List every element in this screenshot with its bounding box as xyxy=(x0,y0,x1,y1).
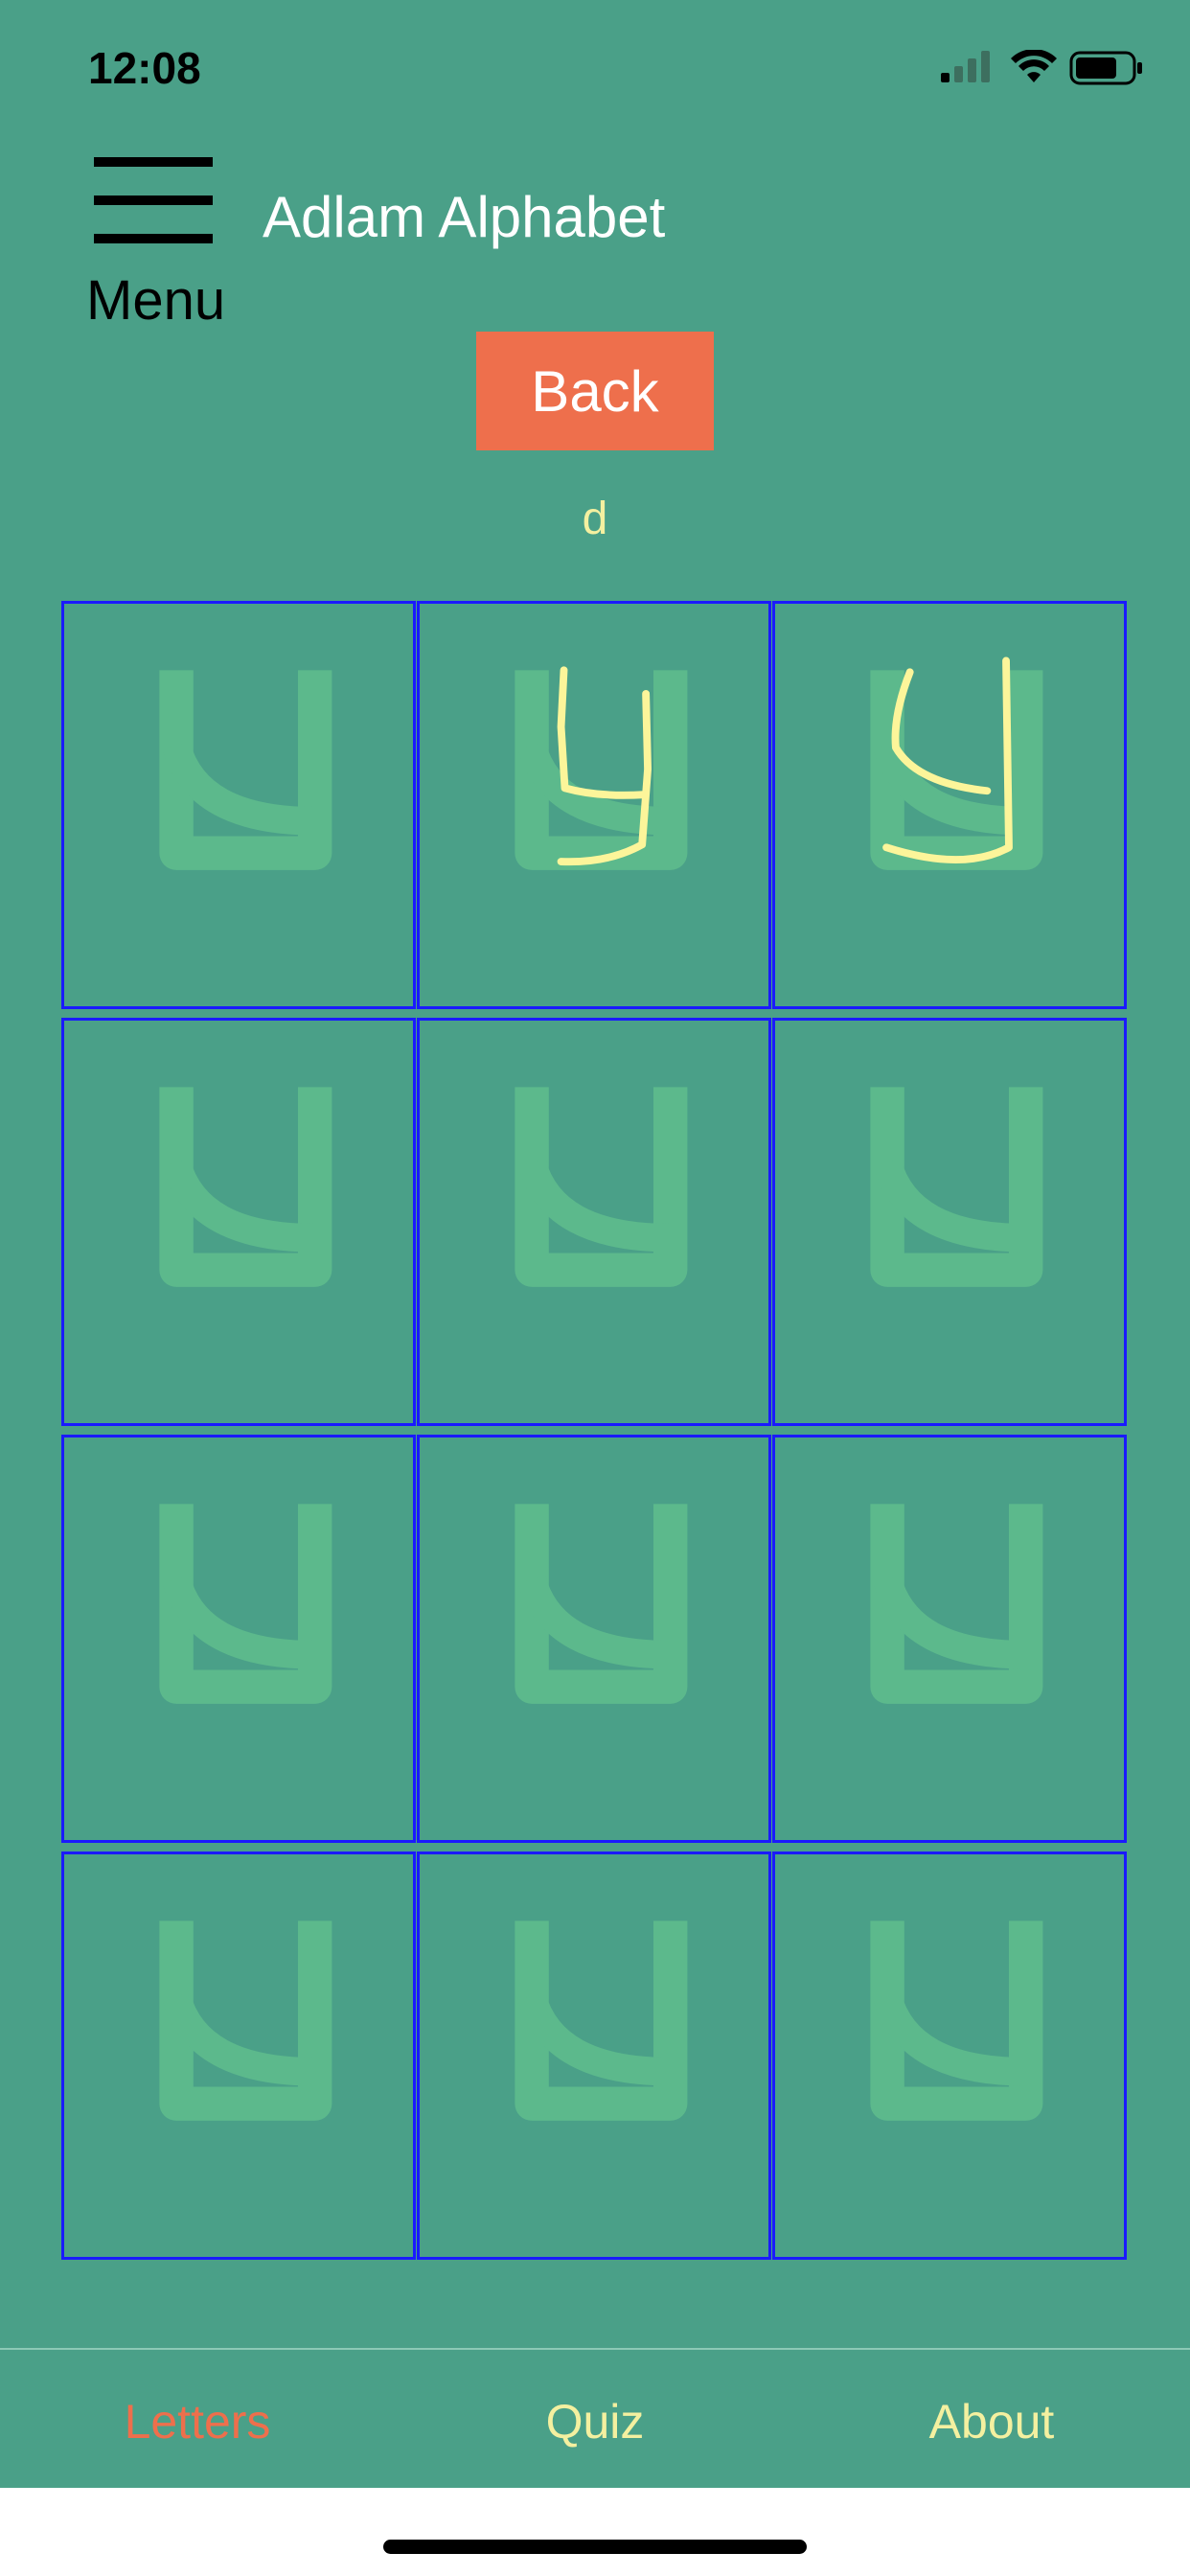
practice-cell[interactable] xyxy=(417,1018,771,1426)
wifi-icon xyxy=(1011,50,1057,82)
hamburger-menu-icon xyxy=(94,157,213,243)
tab-letters[interactable]: Letters xyxy=(54,2394,341,2450)
app-title: Adlam Alphabet xyxy=(263,185,666,249)
practice-cell[interactable] xyxy=(772,601,1127,1009)
cellular-signal-icon xyxy=(941,51,990,82)
back-button[interactable]: Back xyxy=(476,332,714,450)
home-indicator-area xyxy=(0,2488,1190,2576)
practice-cell[interactable] xyxy=(772,1018,1127,1426)
battery-icon xyxy=(1069,51,1142,85)
letter-guide-icon xyxy=(159,1920,332,2121)
menu-button[interactable]: Menu xyxy=(84,150,238,332)
practice-cell[interactable] xyxy=(61,1435,416,1843)
letter-guide-icon xyxy=(870,1087,1043,1287)
tab-quiz[interactable]: Quiz xyxy=(451,2394,739,2450)
tab-bar: Letters Quiz About xyxy=(0,2348,1190,2488)
letter-guide-icon xyxy=(159,1087,332,1287)
tab-about[interactable]: About xyxy=(848,2394,1135,2450)
letter-guide-icon xyxy=(515,1087,688,1287)
letter-guide-icon xyxy=(870,1504,1043,1704)
practice-cell[interactable] xyxy=(61,1018,416,1426)
letter-guide-icon xyxy=(515,1920,688,2121)
menu-label: Menu xyxy=(86,269,226,332)
traced-stroke xyxy=(557,666,649,799)
letter-guide-icon xyxy=(515,1504,688,1704)
practice-cell[interactable] xyxy=(61,1852,416,2260)
letter-guide-icon xyxy=(159,1504,332,1704)
practice-cell[interactable] xyxy=(417,601,771,1009)
practice-cell[interactable] xyxy=(772,1852,1127,2260)
practice-cell[interactable] xyxy=(61,601,416,1009)
home-indicator[interactable] xyxy=(383,2540,807,2554)
letter-guide-icon xyxy=(870,1920,1043,2121)
practice-cell[interactable] xyxy=(417,1435,771,1843)
practice-cell[interactable] xyxy=(772,1435,1127,1843)
practice-cell[interactable] xyxy=(417,1852,771,2260)
current-letter-label: d xyxy=(582,494,608,544)
letter-guide-icon xyxy=(159,670,332,870)
status-time: 12:08 xyxy=(88,43,201,93)
status-bar: 12:08 xyxy=(0,0,1190,134)
